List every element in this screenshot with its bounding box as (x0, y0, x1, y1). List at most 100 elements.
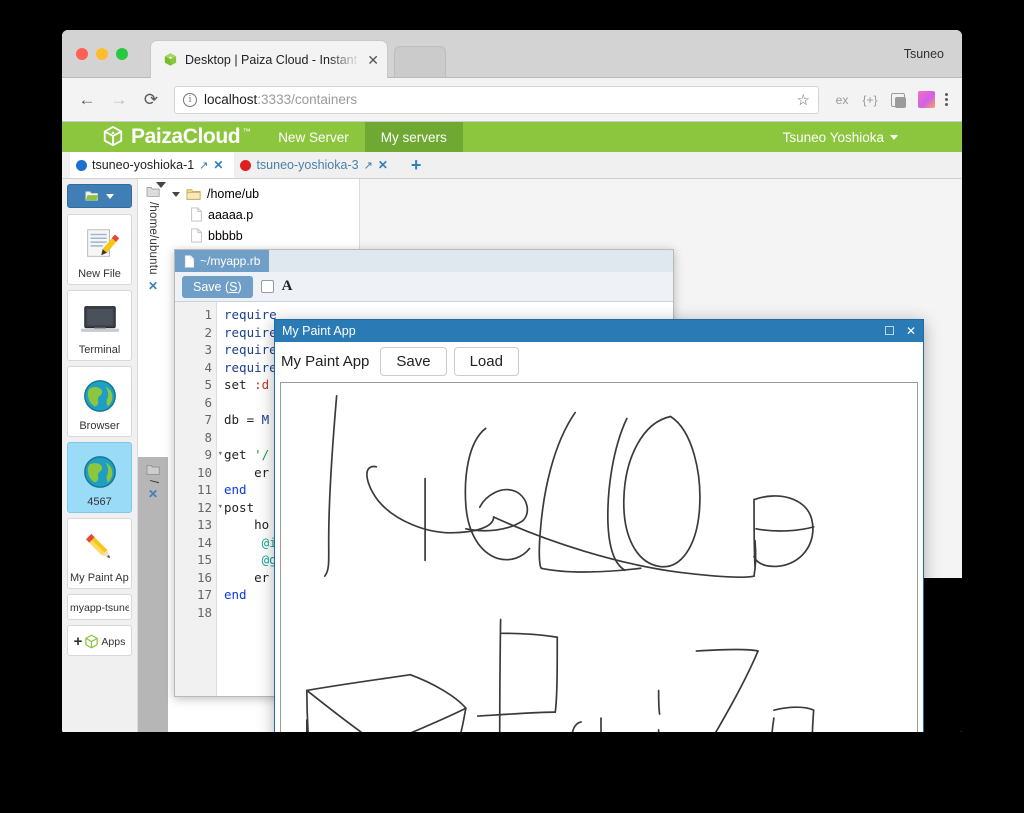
server-tab-tsuneo-yoshioka-1[interactable]: tsuneo-yoshioka-1 ↗ ✕ (70, 152, 235, 178)
nav-new-server[interactable]: New Server (262, 122, 365, 152)
terminal-icon (70, 298, 129, 342)
code-token: ho (224, 517, 270, 532)
code-token: require (224, 307, 277, 322)
rail-item-my-paint-app[interactable]: My Paint App (67, 518, 132, 589)
window-close-button[interactable] (76, 48, 88, 60)
rail-item-4567[interactable]: 4567 (67, 442, 132, 513)
gradient-extension-icon[interactable] (913, 87, 939, 113)
code-fold-toggle[interactable]: ▾ (218, 499, 223, 517)
rail-item-myapp-tsuneo[interactable]: myapp-tsuneo (67, 594, 132, 620)
paint-canvas[interactable] (280, 382, 918, 732)
editor-tab-myapp-rb[interactable]: ~/myapp.rb (175, 250, 270, 272)
code-token: end (224, 587, 247, 602)
editor-save-button[interactable]: Save (S) (182, 275, 253, 298)
paint-app-titlebar[interactable]: My Paint App ☐ ✕ (275, 320, 923, 342)
user-menu[interactable]: Tsuneo Yoshioka (783, 122, 898, 152)
window-maximize-button[interactable] (116, 48, 128, 60)
server-tab-close-icon[interactable]: ✕ (213, 158, 223, 172)
file-tree-item[interactable]: bbbbb (168, 225, 359, 246)
back-button[interactable]: ← (72, 85, 102, 115)
ex-extension-icon[interactable]: ex (829, 87, 855, 113)
line-number-gutter: 1 2 3 4 5 6 7 8 9 ▾ 10 11 12 ▾ 13 14 15 16 17 18 (175, 302, 223, 696)
url-host: localhost (204, 92, 258, 107)
browser-tab-close-icon[interactable]: ✕ (367, 53, 379, 67)
line-number: 4 (204, 359, 212, 375)
directory-tab-close-icon[interactable]: ✕ (148, 279, 158, 293)
chevron-down-icon[interactable] (156, 182, 166, 188)
paint-load-button[interactable]: Load (453, 346, 519, 376)
editor-autosave-checkbox[interactable] (260, 280, 274, 293)
server-tab-bar: tsuneo-yoshioka-1 ↗ ✕ tsuneo-yoshioka-3 … (62, 152, 962, 179)
code-token: db = (224, 412, 262, 427)
rail-item-label: Browser (79, 420, 120, 432)
paint-window-controls: ☐ ✕ (884, 324, 916, 338)
paint-save-button[interactable]: Save (380, 346, 447, 376)
site-info-icon[interactable]: i (183, 92, 197, 107)
server-tab-close-icon[interactable]: ✕ (378, 158, 388, 172)
folder-icon (186, 189, 201, 200)
paint-drawing (305, 394, 815, 732)
directory-tab-close-icon[interactable]: ✕ (148, 487, 158, 501)
braces-extension-icon[interactable]: {+} (857, 87, 883, 113)
paiza-cube-icon (85, 634, 99, 649)
directory-tab-root[interactable]: / ✕ (138, 457, 168, 732)
code-token: require (224, 324, 277, 340)
server-status-dot (76, 159, 87, 171)
file-tree-root-label: /home/ub (207, 187, 260, 201)
paint-app-brand: My Paint App (281, 352, 370, 370)
trademark-mark: ™ (242, 127, 251, 136)
server-tab-tsuneo-yoshioka-3[interactable]: tsuneo-yoshioka-3 ↗ ✕ (234, 152, 398, 178)
chevron-down-icon (106, 193, 114, 199)
paint-maximize-icon[interactable]: ☐ (884, 324, 895, 338)
code-token: @i (224, 534, 277, 550)
window-minimize-button[interactable] (96, 48, 108, 60)
line-number: 11 (196, 482, 212, 497)
browser-profile-name[interactable]: Tsuneo (904, 47, 944, 61)
browser-new-tab-area[interactable] (394, 46, 446, 78)
browser-menu-icon[interactable] (941, 93, 952, 106)
rail-item-browser[interactable]: Browser (67, 366, 132, 437)
code-token: M (261, 412, 270, 427)
bookmark-star-icon[interactable]: ☆ (797, 91, 810, 109)
rail-item-new-file[interactable]: New File (67, 214, 132, 285)
server-open-external-icon[interactable]: ↗ (364, 159, 373, 172)
url-path: :3333/containers (257, 92, 358, 107)
file-icon (191, 228, 202, 243)
rail-item-terminal[interactable]: Terminal (67, 290, 132, 361)
paint-close-icon[interactable]: ✕ (906, 324, 916, 338)
rail-item-label: Terminal (78, 344, 121, 356)
app-rail: New File Terminal Browser 4567 My Paint … (62, 179, 138, 732)
chevron-down-icon[interactable] (172, 191, 180, 197)
paiza-cube-icon (164, 53, 177, 66)
line-number: 3 (204, 342, 212, 357)
file-tree-item[interactable]: aaaaa.p (168, 204, 359, 225)
file-tree-root-row[interactable]: /home/ub (168, 184, 359, 204)
add-server-tab-button[interactable]: + (399, 156, 434, 174)
reload-button[interactable]: ⟳ (136, 85, 166, 115)
forward-button[interactable]: → (104, 85, 134, 115)
copy-extension-icon[interactable] (885, 87, 911, 113)
nav-my-servers[interactable]: My servers (364, 122, 463, 152)
new-file-icon (70, 222, 129, 266)
file-icon (184, 254, 195, 268)
file-icon (191, 207, 202, 222)
code-fold-toggle[interactable]: ▾ (218, 446, 223, 464)
server-open-external-icon[interactable]: ↗ (199, 159, 208, 172)
paint-app-window: My Paint App ☐ ✕ My Paint App Save Load (274, 319, 924, 732)
directory-tab-strip: /home/ubuntu ✕ / ✕ (138, 179, 168, 732)
user-menu-label: Tsuneo Yoshioka (782, 129, 884, 145)
line-number: 1 (204, 307, 212, 322)
rail-item-apps[interactable]: + Apps (67, 625, 132, 656)
browser-tab[interactable]: Desktop | Paiza Cloud - Instant ✕ (150, 40, 388, 78)
paiza-brand[interactable]: PaizaCloud ™ (62, 122, 262, 152)
directory-tab-home-ubuntu[interactable]: /home/ubuntu ✕ (138, 179, 168, 457)
server-status-dot (240, 159, 252, 171)
apps-row: + Apps (70, 633, 129, 650)
code-token: end (224, 482, 247, 497)
chevron-down-icon (890, 134, 898, 140)
new-dropdown-button[interactable] (67, 184, 132, 208)
code-token: require (224, 342, 277, 357)
editor-font-icon[interactable]: A (282, 278, 293, 295)
code-token: get (224, 447, 255, 462)
address-bar[interactable]: i localhost:3333/containers ☆ (174, 85, 819, 114)
